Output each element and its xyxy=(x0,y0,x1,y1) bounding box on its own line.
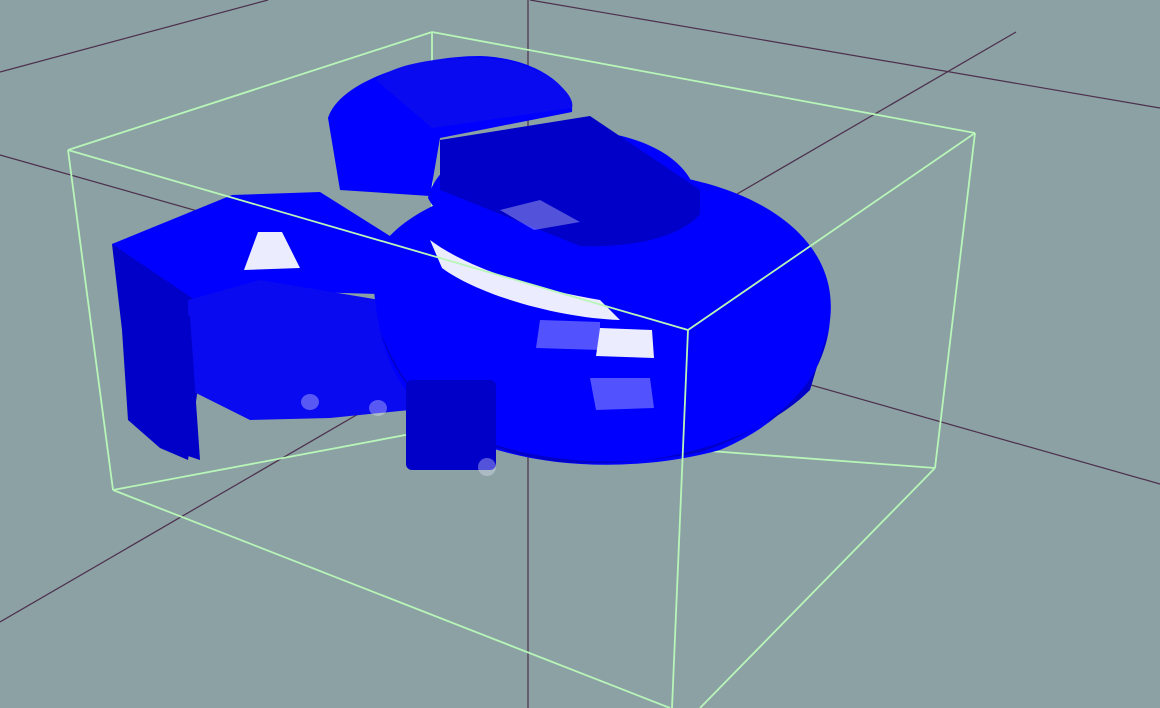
model-highlight-facet xyxy=(596,328,654,358)
model-hole xyxy=(478,458,496,476)
3d-viewport[interactable] xyxy=(0,0,1160,708)
model-hole xyxy=(369,400,387,416)
scene-canvas[interactable] xyxy=(0,0,1160,708)
model-highlight-facet xyxy=(590,378,654,410)
model-hole xyxy=(301,394,319,410)
model-tab xyxy=(406,380,496,470)
model-highlight-facet xyxy=(536,320,600,350)
